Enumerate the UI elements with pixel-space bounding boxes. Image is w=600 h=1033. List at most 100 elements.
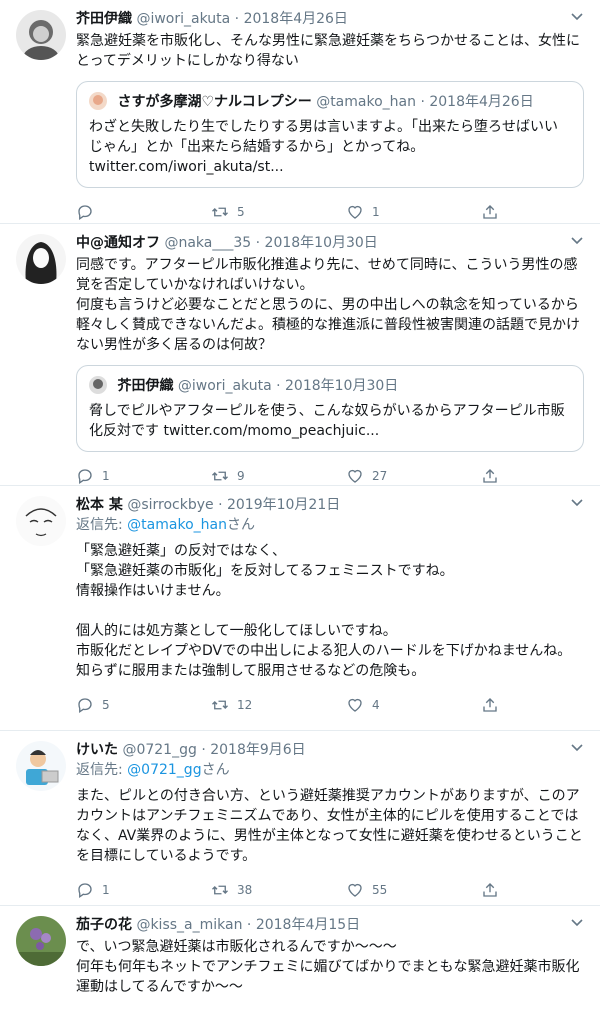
reply-prefix: 返信先: [76,517,128,533]
like-button[interactable]: 27 [346,467,481,485]
reply-icon [78,698,92,714]
retweet-icon [212,207,228,217]
display-name[interactable]: 茄子の花 [76,917,132,933]
tweet[interactable]: 茄子の花 @kiss_a_mikan · 2018年4月15日 で、いつ緊急避妊… [0,906,600,1033]
separator-dot: · [255,235,261,251]
avatar[interactable] [16,916,66,966]
quoted-avatar [89,92,107,110]
reply-target-link[interactable]: @tamako_han [127,517,227,533]
reply-icon [78,205,92,221]
quoted-handle: @tamako_han [316,94,416,110]
chevron-down-icon[interactable] [570,236,584,246]
quoted-display-name: さすが多摩湖♡ナルコレプシー [117,94,312,110]
like-button[interactable]: 1 [346,203,481,221]
avatar[interactable] [16,10,66,60]
tweet-date[interactable]: 2019年10月21日 [227,497,340,513]
action-bar: 5 12 4 [76,687,584,723]
chevron-down-icon[interactable] [570,918,584,928]
retweet-icon [212,700,228,710]
share-icon [483,698,497,712]
reply-icon [78,469,92,485]
share-icon [483,205,497,219]
tweet-header: けいた @0721_gg · 2018年9月6日 [76,741,584,760]
action-bar: 1 38 55 [76,872,584,908]
tweet-date[interactable]: 2018年4月26日 [244,11,348,27]
retweet-button[interactable]: 12 [211,696,346,714]
tweet[interactable]: けいた @0721_gg · 2018年9月6日 返信先: @0721_ggさん… [0,731,600,906]
quoted-handle: @iwori_akuta [177,378,272,394]
tweet-text: で、いつ緊急避妊薬は市販化されるんですか〜〜〜 何年も何年もネットでアンチフェミ… [76,939,580,995]
tweet-date[interactable]: 2018年10月30日 [265,235,378,251]
tweet-text: 「緊急避妊薬」の反対ではなく、 「緊急避妊薬の市販化」を反対してるフェミニストで… [76,543,572,679]
user-handle[interactable]: @0721_gg [122,742,196,758]
heart-icon [348,883,362,897]
chevron-down-icon[interactable] [570,743,584,753]
reply-button[interactable] [76,203,211,221]
separator-dot: · [201,742,206,758]
reply-suffix: さん [226,517,255,533]
retweet-button[interactable]: 5 [211,203,346,221]
tweet-date[interactable]: 2018年4月15日 [256,917,360,933]
quoted-date: 2018年4月26日 [429,94,534,110]
quoted-text: 脅しでピルやアフターピルを使う、こんな奴らがいるからアフターピル市販化反対です … [89,403,565,439]
retweet-count: 12 [237,698,253,712]
like-button[interactable]: 55 [346,881,481,899]
reply-button[interactable]: 1 [76,881,211,899]
tweet-header: 松本 某 @sirrockbye · 2019年10月21日 [76,496,584,515]
tweet[interactable]: 芥田伊織 @iwori_akuta · 2018年4月26日 緊急避妊薬を市販化… [0,0,600,224]
retweet-button[interactable]: 38 [211,881,346,899]
tweet-header: 芥田伊織 @iwori_akuta · 2018年4月26日 [76,10,584,29]
like-button[interactable]: 4 [346,696,481,714]
like-count: 4 [372,698,380,712]
heart-icon [348,469,362,483]
display-name[interactable]: 中@通知オフ [76,235,160,251]
reply-context: 返信先: @0721_ggさん [76,760,584,780]
reply-target-link[interactable]: @0721_gg [127,762,201,778]
reply-icon [78,883,92,899]
separator-dot: · [218,497,223,513]
reply-count: 5 [102,698,110,712]
reply-button[interactable]: 1 [76,467,211,485]
quoted-tweet[interactable]: 芥田伊織 @iwori_akuta · 2018年10月30日 脅しでピルやアフ… [76,365,584,452]
share-button[interactable] [481,203,507,221]
reply-count: 1 [102,469,110,483]
share-button[interactable] [481,467,507,485]
reply-button[interactable]: 5 [76,696,211,714]
quoted-text: わざと失敗したり生でしたりする男は言いますよ。「出来たら堕ろせばいいじゃん」とか… [89,119,558,175]
avatar[interactable] [16,496,66,546]
share-button[interactable] [481,696,507,714]
user-handle[interactable]: @naka___35 [164,235,251,251]
share-icon [483,883,497,897]
chevron-down-icon[interactable] [570,498,584,508]
quoted-tweet[interactable]: さすが多摩湖♡ナルコレプシー @tamako_han · 2018年4月26日 … [76,81,584,188]
retweet-button[interactable]: 9 [211,467,346,485]
display-name[interactable]: けいた [76,742,118,758]
display-name[interactable]: 松本 某 [76,497,123,513]
tweet-date[interactable]: 2018年9月6日 [210,742,305,758]
tweet[interactable]: 松本 某 @sirrockbye · 2019年10月21日 返信先: @tam… [0,486,600,731]
tweet-header: 中@通知オフ @naka___35 · 2018年10月30日 [76,234,584,253]
share-icon [483,469,497,483]
user-handle[interactable]: @iwori_akuta [136,11,230,27]
tweet-text: 同感です。アフターピル市販化推進より先に、せめて同時に、こういう男性の感覚を否定… [76,257,580,353]
retweet-icon [212,471,228,481]
separator-dot: · [246,917,252,933]
tweet[interactable]: 中@通知オフ @naka___35 · 2018年10月30日 同感です。アフタ… [0,224,600,486]
share-button[interactable] [481,881,507,899]
reply-context: 返信先: @tamako_hanさん [76,515,584,535]
reply-suffix: さん [201,762,230,778]
retweet-count: 5 [237,205,245,219]
user-handle[interactable]: @kiss_a_mikan [136,917,242,933]
heart-icon [348,698,362,712]
heart-icon [348,205,362,219]
reply-count: 1 [102,883,110,897]
retweet-icon [212,885,228,895]
separator-dot: · [234,11,240,27]
quoted-display-name: 芥田伊織 [117,378,174,394]
avatar[interactable] [16,741,66,791]
separator-dot: · [276,378,281,394]
chevron-down-icon[interactable] [570,12,584,22]
user-handle[interactable]: @sirrockbye [127,497,213,513]
avatar[interactable] [16,234,66,284]
display-name[interactable]: 芥田伊織 [76,11,132,27]
